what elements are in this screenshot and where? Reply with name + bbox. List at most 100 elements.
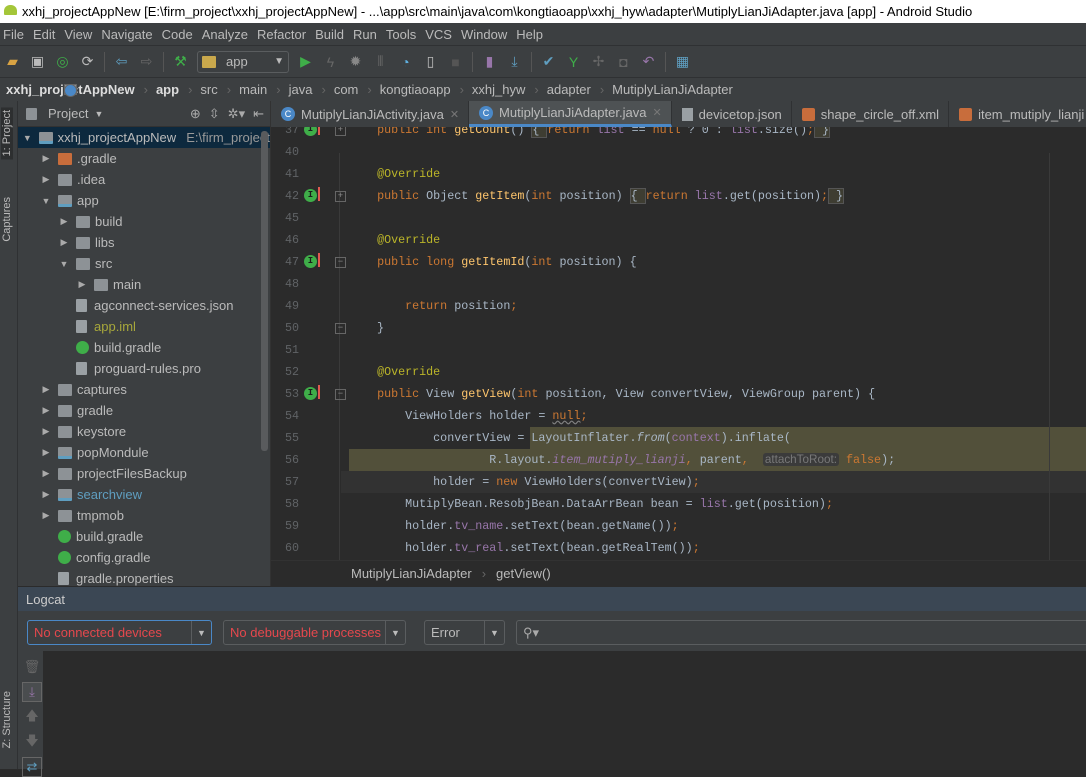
editor-tab[interactable]: shape_circle_off.xml	[792, 101, 950, 127]
chevron-right-icon[interactable]: ▶	[76, 279, 88, 290]
chevron-right-icon[interactable]: ▶	[40, 489, 52, 500]
tree-item[interactable]: ▶ .gradle	[18, 148, 270, 169]
tree-item[interactable]: ▶ libs	[18, 232, 270, 253]
tree-item[interactable]: build.gradle	[18, 526, 270, 547]
project-view-select[interactable]: Project	[48, 106, 88, 121]
tree-item[interactable]: ▶ .idea	[18, 169, 270, 190]
editor-tab[interactable]: C MutiplyLianJiActivity.java ✕	[271, 101, 470, 127]
breadcrumb-item[interactable]: main ›	[64, 82, 281, 97]
breadcrumb-item[interactable]: com ›	[64, 82, 372, 97]
logcat-search-input[interactable]: ⚲▾	[516, 620, 1086, 645]
tab-structure[interactable]: Z: Structure	[1, 691, 13, 748]
tree-item[interactable]: ▼ app	[18, 190, 270, 211]
breadcrumb-item[interactable]: MutiplyLianJiAdapter	[64, 82, 733, 97]
vcs-compare-icon[interactable]: ✢	[590, 53, 607, 70]
menu-help[interactable]: Help	[516, 27, 543, 42]
tab-captures[interactable]: Captures	[1, 197, 13, 242]
project-structure-icon[interactable]: ▦	[674, 53, 691, 70]
run-icon[interactable]: ▶	[297, 53, 314, 70]
menu-build[interactable]: Build	[315, 27, 344, 42]
collapse-all-icon[interactable]: ⇳	[209, 106, 220, 122]
chevron-right-icon[interactable]: ▶	[40, 510, 52, 521]
implements-method-icon[interactable]: I	[304, 387, 317, 400]
chevron-right-icon[interactable]: ▶	[40, 153, 52, 164]
down-arrow-icon[interactable]: 🡇	[22, 733, 42, 753]
debug-icon[interactable]: ✹	[347, 53, 364, 70]
stop-icon[interactable]: ■	[447, 53, 464, 70]
menu-tools[interactable]: Tools	[386, 27, 416, 42]
profile-icon[interactable]: ◔	[397, 53, 414, 70]
chevron-down-icon[interactable]: ▼	[58, 259, 70, 269]
coverage-icon[interactable]: ⫴	[372, 53, 389, 70]
clear-logcat-trash-icon[interactable]: 🗑	[22, 657, 42, 677]
chevron-right-icon[interactable]: ▶	[40, 468, 52, 479]
menu-view[interactable]: View	[64, 27, 92, 42]
open-icon[interactable]: ▰	[4, 53, 21, 70]
editor-tab[interactable]: C MutiplyLianJiAdapter.java ✕	[469, 101, 672, 127]
expand-fold-icon[interactable]: +	[335, 191, 346, 202]
tree-item[interactable]: ▶ gradle	[18, 400, 270, 421]
menu-navigate[interactable]: Navigate	[101, 27, 152, 42]
tree-item[interactable]: ▼ src	[18, 253, 270, 274]
settings-gear-icon[interactable]: ✲▾	[228, 106, 245, 122]
implements-method-icon[interactable]: I	[304, 255, 317, 268]
up-arrow-icon[interactable]: 🡅	[22, 708, 42, 728]
sdk-manager-icon[interactable]: ⤓	[506, 53, 523, 70]
breadcrumb-item[interactable]: src ›	[64, 82, 231, 97]
vcs-update-icon[interactable]: ✔	[540, 53, 557, 70]
menu-file[interactable]: File	[3, 27, 24, 42]
menu-window[interactable]: Window	[461, 27, 507, 42]
chevron-right-icon[interactable]: ▶	[40, 384, 52, 395]
tree-item[interactable]: ▶ projectFilesBackup	[18, 463, 270, 484]
tree-item[interactable]: agconnect-services.json	[18, 295, 270, 316]
editor-tab[interactable]: item_mutiply_lianji	[949, 101, 1086, 127]
tree-item[interactable]: ▶ keystore	[18, 421, 270, 442]
locate-icon[interactable]: ⊕	[190, 106, 201, 122]
vcs-history-icon[interactable]: ◘	[615, 53, 632, 70]
chevron-right-icon[interactable]: ▶	[40, 174, 52, 185]
crumb-method[interactable]: getView()	[496, 566, 551, 581]
editor-tab[interactable]: devicetop.json	[672, 101, 792, 127]
chevron-down-icon[interactable]: ▼	[22, 133, 33, 143]
menu-code[interactable]: Code	[162, 27, 193, 42]
tree-item[interactable]: proguard-rules.pro	[18, 358, 270, 379]
apply-changes-icon[interactable]: ϟ	[322, 53, 339, 70]
implements-method-icon[interactable]: I	[304, 127, 317, 136]
tree-item[interactable]: gradle.properties	[18, 568, 270, 586]
menu-run[interactable]: Run	[353, 27, 377, 42]
collapse-fold-icon[interactable]: −	[335, 323, 346, 334]
expand-fold-icon[interactable]: +	[335, 127, 346, 136]
tab-project[interactable]: 1: Project	[1, 107, 13, 160]
code-area[interactable]: 37 I + public int getCount() { return list…	[271, 127, 1086, 560]
sync-icon[interactable]: ◎	[54, 53, 71, 70]
menu-edit[interactable]: Edit	[33, 27, 55, 42]
process-select[interactable]: No debuggable processes ▼	[223, 620, 406, 645]
revert-icon[interactable]: ↶	[640, 53, 657, 70]
attach-debugger-icon[interactable]: ▯	[422, 53, 439, 70]
sync-project-icon[interactable]: ⟳	[79, 53, 96, 70]
soft-wrap-icon[interactable]: ⇄	[22, 757, 42, 777]
tree-item[interactable]: app.iml	[18, 316, 270, 337]
vcs-commit-icon[interactable]: Y	[565, 53, 582, 70]
scroll-to-end-icon[interactable]: ⤓	[22, 682, 42, 702]
tree-item[interactable]: ▶ build	[18, 211, 270, 232]
menu-refactor[interactable]: Refactor	[257, 27, 306, 42]
build-hammer-icon[interactable]: ⚒	[172, 53, 189, 70]
tree-item[interactable]: ▼ xxhj_projectAppNew E:\firm_project	[18, 127, 270, 148]
chevron-right-icon[interactable]: ▶	[58, 216, 70, 227]
breadcrumb-item[interactable]: java ›	[64, 82, 326, 97]
tree-item[interactable]: ▶ captures	[18, 379, 270, 400]
tree-item[interactable]: ▶ searchview	[18, 484, 270, 505]
breadcrumb-item[interactable]: kongtiaoapp ›	[64, 82, 464, 97]
chevron-right-icon[interactable]: ▶	[40, 426, 52, 437]
chevron-down-icon[interactable]: ▼	[40, 196, 52, 206]
collapse-fold-icon[interactable]: −	[335, 389, 346, 400]
breadcrumb-item[interactable]: xxhj_hyw ›	[64, 82, 539, 97]
close-icon[interactable]: ✕	[450, 108, 459, 121]
collapse-fold-icon[interactable]: −	[335, 257, 346, 268]
forward-icon[interactable]: ⇨	[138, 53, 155, 70]
device-select[interactable]: No connected devices ▼	[27, 620, 212, 645]
tree-scrollbar[interactable]	[261, 131, 268, 451]
chevron-right-icon[interactable]: ▶	[58, 237, 70, 248]
save-icon[interactable]: ▣	[29, 53, 46, 70]
